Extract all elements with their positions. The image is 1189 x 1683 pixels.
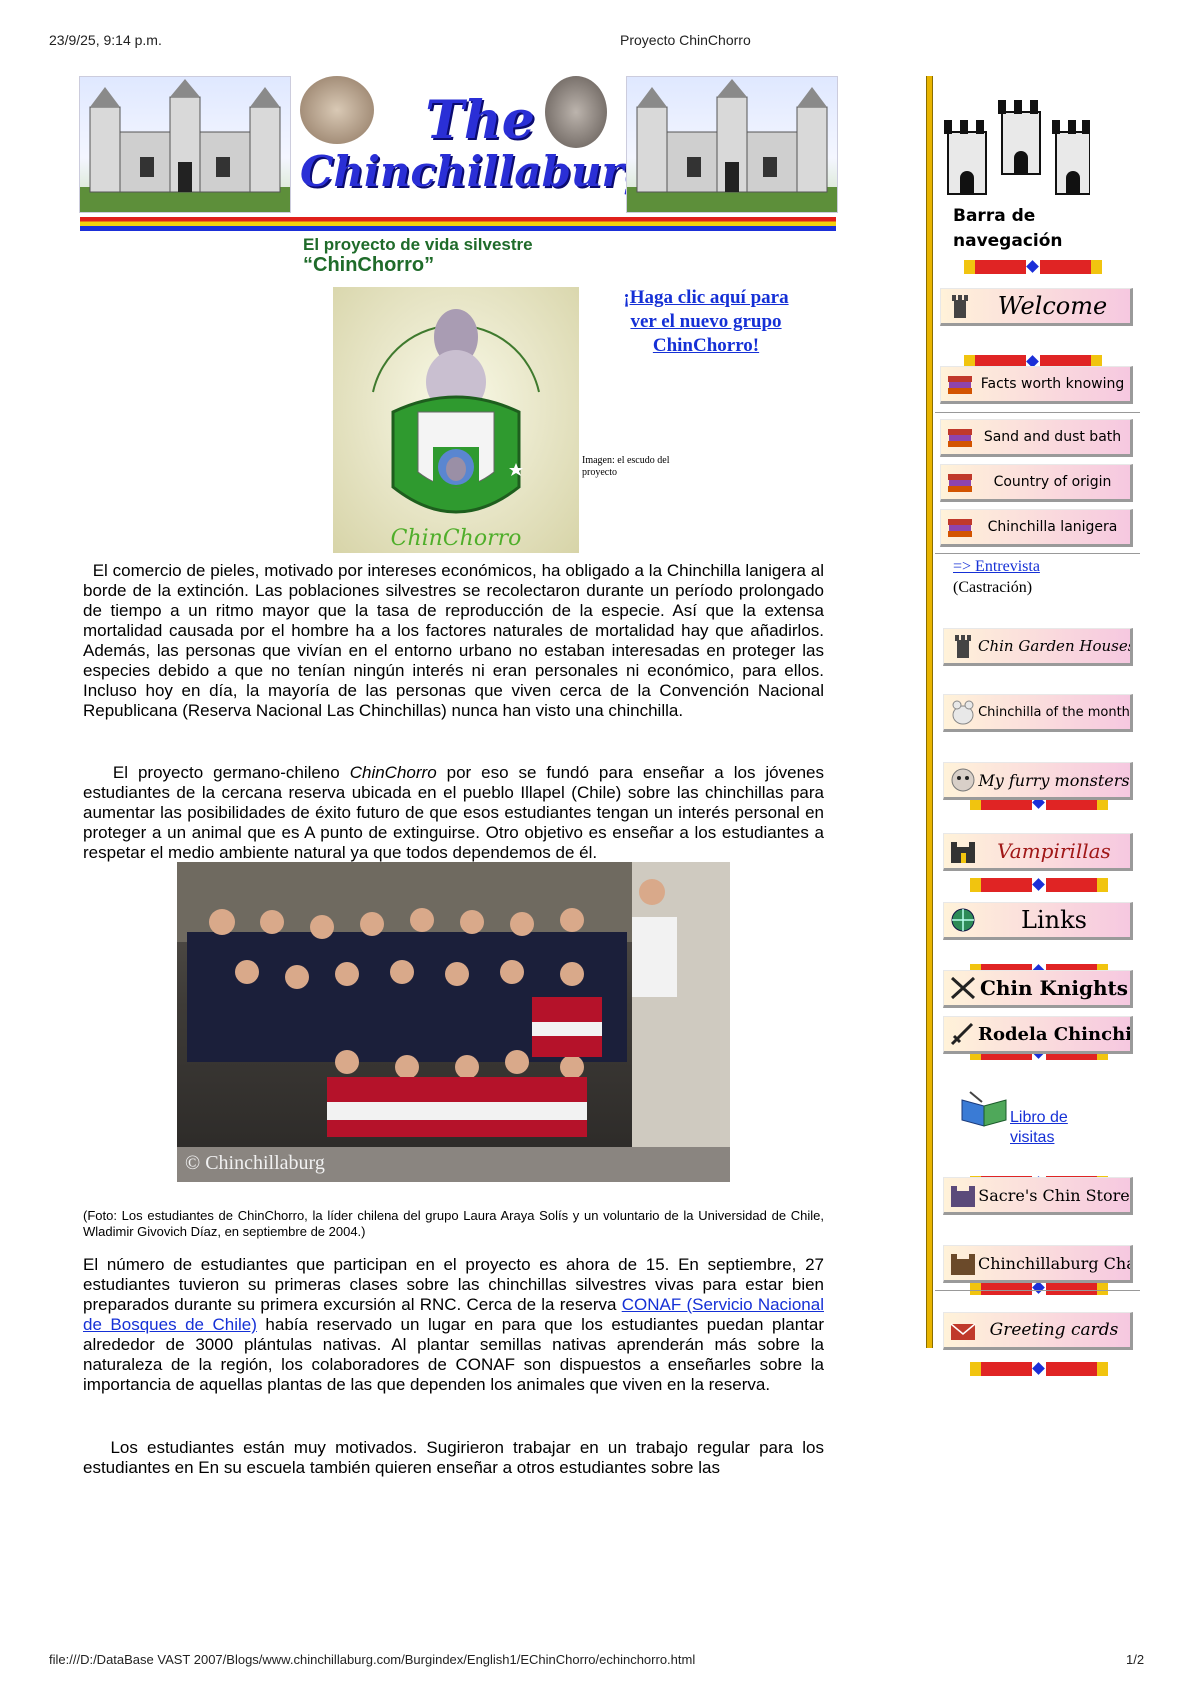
nav-furry-monsters-button[interactable]: My furry monsters — [943, 762, 1133, 800]
header-stripe — [80, 217, 836, 231]
logo-line2: Chinchillaburg — [300, 147, 654, 196]
print-footer-page: 1/2 — [1126, 1652, 1145, 1667]
students-group-photo: © Chinchillaburg — [177, 862, 730, 1182]
paragraph-3: El número de estudiantes que participan … — [83, 1255, 824, 1395]
paragraph-4-text: Los estudiantes están muy motivados. Sug… — [83, 1438, 825, 1477]
crossed-swords-icon — [948, 974, 978, 1002]
paragraph-4: Los estudiantes están muy motivados. Sug… — [83, 1438, 824, 1478]
paragraph-2: El proyecto germano-chileno ChinChorro p… — [83, 763, 824, 863]
chinchilla-icon — [948, 698, 978, 726]
paragraph-1-text: El comercio de pieles, motivado por inte… — [83, 561, 824, 720]
envelope-icon — [948, 1316, 978, 1344]
nav-chin-store-button[interactable]: Sacre's Chin Store — [943, 1177, 1133, 1215]
sword-icon — [948, 1020, 978, 1048]
crest-caption: Imagen: el escudo del proyecto — [582, 455, 670, 478]
nav-garden-houses-button[interactable]: Chin Garden Houses — [943, 628, 1133, 666]
nav-title: Barra de navegación — [953, 206, 1063, 251]
photo-watermark: © Chinchillaburg — [185, 1152, 325, 1174]
paragraph-1: El comercio de pieles, motivado por inte… — [83, 561, 824, 721]
nav-vampirillas-button[interactable]: Vampirillas — [943, 833, 1133, 871]
nav-facts-label: Facts worth knowing — [980, 376, 1125, 392]
nav-separator — [970, 1362, 1108, 1376]
photo-caption: (Foto: Los estudiantes de ChinChorro, la… — [83, 1208, 824, 1239]
rook-icon — [945, 292, 975, 320]
castle-image-left — [79, 76, 291, 213]
nav-lanigera-label: Chinchilla lanigera — [987, 519, 1118, 535]
nav-guestbook-link[interactable]: Libro de visitas — [1010, 1109, 1068, 1146]
nav-furry-monsters-label: My furry monsters — [978, 770, 1130, 790]
nav-greeting-cards-label: Greeting cards — [989, 1320, 1119, 1340]
towers-icon — [940, 92, 1090, 200]
logo-line1: The — [425, 90, 535, 151]
rook-icon — [948, 632, 978, 660]
nav-greeting-cards-button[interactable]: Greeting cards — [943, 1312, 1133, 1350]
nav-country-label: Country of origin — [993, 474, 1112, 490]
nav-lanigera-button[interactable]: Chinchilla lanigera — [940, 509, 1133, 547]
nav-chin-knights-label: Chin Knights — [979, 976, 1129, 1000]
site-logo: The Chinchillaburg — [300, 86, 654, 212]
castle-image-right — [626, 76, 838, 213]
nav-rodela-label: Rodela Chinchilla — [978, 1023, 1130, 1045]
page-heading-line1: El proyecto de vida silvestre — [303, 235, 533, 254]
print-footer-path: file:///D:/DataBase VAST 2007/Blogs/www.… — [49, 1652, 696, 1667]
nav-links-label: Links — [1021, 906, 1087, 934]
globe-icon — [948, 906, 978, 934]
new-group-link[interactable]: ¡Haga clic aquí para ver el nuevo grupo … — [623, 287, 788, 356]
books-icon — [945, 468, 975, 496]
nav-separator — [964, 260, 1102, 274]
nav-border-line — [926, 76, 933, 1348]
nav-chinchilla-month-button[interactable]: Chinchilla of the month — [943, 694, 1133, 732]
nav-country-button[interactable]: Country of origin — [940, 464, 1133, 502]
castle-icon — [948, 1249, 978, 1277]
nav-sand-bath-button[interactable]: Sand and dust bath — [940, 419, 1133, 457]
nav-chin-knights-button[interactable]: Chin Knights — [943, 970, 1133, 1008]
nav-chat-label: Chinchillaburg Chat — [978, 1253, 1130, 1273]
paragraph-2-project-name: ChinChorro — [349, 763, 437, 782]
nav-rodela-button[interactable]: Rodela Chinchilla — [943, 1016, 1133, 1054]
nav-facts-button[interactable]: Facts worth knowing — [940, 366, 1133, 404]
nav-garden-houses-label: Chin Garden Houses — [978, 637, 1130, 655]
nav-divider — [935, 412, 1140, 413]
nav-entrevista-link[interactable]: => Entrevista — [953, 558, 1040, 575]
nav-links-button[interactable]: Links — [943, 902, 1133, 940]
project-crest-image: ChinChorro — [333, 287, 579, 553]
nav-entrevista-note: (Castración) — [953, 579, 1033, 596]
nav-separator — [970, 878, 1108, 892]
nav-vampirillas-label: Vampirillas — [997, 839, 1111, 863]
print-page-title: Proyecto ChinChorro — [620, 32, 751, 48]
castle-icon — [948, 837, 978, 865]
nav-divider — [935, 553, 1140, 554]
nav-sand-bath-label: Sand and dust bath — [983, 429, 1122, 445]
page-heading-line2: “ChinChorro” — [303, 254, 435, 276]
crest-name-text: ChinChorro — [391, 526, 522, 551]
nav-chin-store-label: Sacre's Chin Store — [978, 1185, 1130, 1205]
books-icon — [945, 423, 975, 451]
paragraph-2-text-a: El proyecto germano-chileno — [112, 763, 350, 782]
nav-chinchilla-month-label: Chinchilla of the month — [978, 704, 1130, 720]
chinchilla-face-icon — [948, 766, 978, 794]
nav-separator — [970, 1281, 1108, 1295]
nav-welcome-button[interactable]: Welcome — [940, 288, 1133, 326]
nav-divider — [935, 1290, 1140, 1291]
guestbook-icon — [960, 1090, 1010, 1128]
print-datetime: 23/9/25, 9:14 p.m. — [49, 32, 162, 48]
castle-icon — [948, 1181, 978, 1209]
books-icon — [945, 370, 975, 398]
nav-chat-button[interactable]: Chinchillaburg Chat — [943, 1245, 1133, 1283]
books-icon — [945, 513, 975, 541]
nav-welcome-label: Welcome — [997, 292, 1108, 320]
